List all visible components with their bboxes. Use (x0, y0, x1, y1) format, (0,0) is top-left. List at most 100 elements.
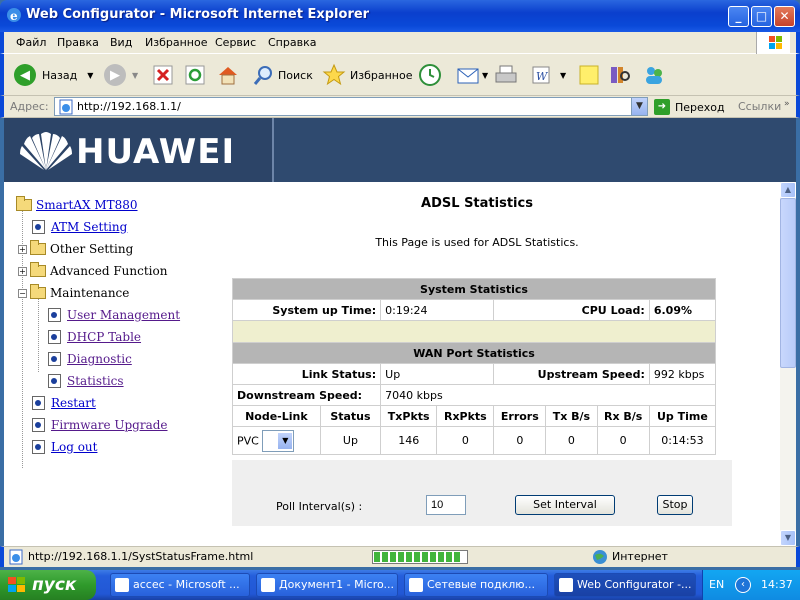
task-web-configurator[interactable]: Web Configurator -... (554, 573, 696, 597)
sidebar-item-firmware[interactable]: Firmware Upgrade (32, 418, 168, 432)
header-banner: HUAWEI (4, 118, 796, 182)
back-button[interactable]: ◀ Назад ▼ (14, 62, 93, 88)
sidebar-item-statistics[interactable]: Statistics (48, 374, 124, 388)
poll-interval-input[interactable] (426, 495, 466, 515)
collapse-icon[interactable]: − (18, 288, 27, 298)
node-cell: PVC (232, 426, 321, 455)
search-label: Поиск (278, 68, 313, 82)
statistics-table: System Statistics System up Time: 0:19:2… (231, 278, 717, 455)
mail-dropdown-icon[interactable]: ▼ (482, 71, 488, 80)
menu-tools[interactable]: Сервис (215, 36, 256, 49)
set-interval-button[interactable]: Set Interval (515, 495, 615, 515)
sidebar-item-atm[interactable]: ATM Setting (32, 220, 127, 234)
sidebar-item-maintenance[interactable]: − Maintenance (18, 284, 129, 300)
maximize-button[interactable]: □ (751, 6, 772, 27)
system-statistics-header: System Statistics (232, 278, 716, 300)
sidebar-item-statistics-link[interactable]: Statistics (67, 374, 124, 388)
tree-root-link[interactable]: SmartAX MT880 (36, 198, 138, 212)
edit-button[interactable]: W ▼ (530, 62, 566, 88)
scroll-thumb[interactable] (780, 198, 796, 368)
print-button[interactable] (494, 62, 518, 88)
sidebar-item-logout-link[interactable]: Log out (51, 440, 97, 454)
address-dropdown-icon[interactable]: ▼ (631, 98, 647, 115)
sidebar-item-restart[interactable]: Restart (32, 396, 96, 410)
research-icon (611, 67, 630, 83)
brand-name: HUAWEI (76, 132, 236, 172)
scroll-up-icon[interactable]: ▲ (780, 182, 796, 198)
scroll-down-icon[interactable]: ▼ (780, 530, 796, 546)
expand-icon[interactable]: + (18, 266, 27, 276)
go-button[interactable]: ➜ Переход (654, 99, 725, 115)
cpu-value: 6.09% (648, 299, 717, 321)
link-status-label: Link Status: (231, 363, 382, 385)
sidebar-tree: SmartAX MT880 ATM Setting + Other Settin… (4, 182, 230, 546)
home-button[interactable] (216, 62, 240, 88)
forward-button[interactable]: ▶ ▼ (104, 62, 138, 88)
stop-poll-button[interactable]: Stop (657, 495, 693, 515)
go-label: Переход (675, 100, 725, 114)
banner-divider (272, 118, 274, 182)
sidebar-item-diagnostic[interactable]: Diagnostic (48, 352, 132, 366)
history-button[interactable] (418, 62, 442, 88)
table-row: PVC Up 146 0 0 0 0 0:14:53 (232, 426, 717, 455)
research-button[interactable] (608, 62, 632, 88)
menu-favorites[interactable]: Избранное (145, 36, 207, 49)
minimize-button[interactable]: _ (728, 6, 749, 27)
favorites-button[interactable]: Избранное (322, 62, 412, 88)
search-button[interactable]: Поиск (252, 62, 313, 88)
stop-button[interactable] (152, 62, 174, 88)
sidebar-item-firmware-link[interactable]: Firmware Upgrade (51, 418, 168, 432)
sidebar-item-diagnostic-link[interactable]: Diagnostic (67, 352, 132, 366)
menu-view[interactable]: Вид (110, 36, 132, 49)
start-button[interactable]: пуск (0, 570, 96, 600)
ie-icon: e (7, 8, 21, 23)
discuss-button[interactable] (578, 62, 600, 88)
column-header: Node-Link (232, 405, 321, 427)
address-label: Адрес: (10, 100, 49, 113)
refresh-button[interactable] (184, 62, 206, 88)
sidebar-item-logout[interactable]: Log out (32, 440, 97, 454)
svg-text:W: W (536, 70, 549, 83)
address-input[interactable]: http://192.168.1.1/ ▼ (54, 97, 648, 116)
column-header: Up Time (648, 405, 717, 427)
expand-icon[interactable]: + (18, 244, 27, 254)
folder-icon (30, 240, 46, 255)
uptime-label: System up Time: (231, 299, 382, 321)
column-header: TxPkts (380, 405, 438, 427)
menu-help[interactable]: Справка (268, 36, 316, 49)
messenger-icon (646, 67, 662, 84)
forward-dropdown-icon[interactable]: ▼ (132, 71, 138, 80)
edit-dropdown-icon[interactable]: ▼ (560, 71, 566, 80)
txpkts-cell: 146 (380, 426, 438, 455)
sidebar-item-restart-link[interactable]: Restart (51, 396, 96, 410)
links-button[interactable]: Ссылки (738, 100, 781, 113)
home-icon (219, 67, 237, 85)
tree-root[interactable]: SmartAX MT880 (16, 196, 138, 212)
vertical-scrollbar[interactable]: ▲ ▼ (780, 182, 796, 546)
close-button[interactable]: ✕ (774, 6, 795, 27)
messenger-button[interactable] (642, 62, 666, 88)
sidebar-item-atm-link[interactable]: ATM Setting (51, 220, 127, 234)
pvc-select[interactable] (262, 429, 295, 452)
sidebar-item-dhcp[interactable]: DHCP Table (48, 330, 141, 344)
title-bar[interactable]: e Web Configurator - Microsoft Internet … (0, 0, 800, 32)
back-label: Назад (42, 68, 78, 82)
language-indicator[interactable]: EN (709, 578, 724, 591)
menu-edit[interactable]: Правка (57, 36, 99, 49)
menu-file[interactable]: Файл (16, 36, 46, 49)
back-dropdown-icon[interactable]: ▼ (87, 71, 93, 80)
sidebar-item-user-management[interactable]: User Management (48, 308, 180, 322)
sidebar-item-other[interactable]: + Other Setting (18, 240, 133, 256)
huawei-logo-icon (20, 132, 72, 170)
task-document[interactable]: Документ1 - Micro... (256, 573, 398, 597)
sidebar-item-dhcp-link[interactable]: DHCP Table (67, 330, 141, 344)
sidebar-item-advanced[interactable]: + Advanced Function (18, 262, 167, 278)
downstream-label: Downstream Speed: (231, 384, 382, 406)
globe-icon (593, 550, 607, 564)
task-access[interactable]: accec - Microsoft ... (110, 573, 250, 597)
sidebar-item-user-management-link[interactable]: User Management (67, 308, 180, 322)
mail-button[interactable]: ▼ (456, 62, 488, 88)
tray-expand-icon[interactable]: ‹ (735, 577, 751, 593)
task-network[interactable]: Сетевые подклю... (404, 573, 548, 597)
links-chevron-icon[interactable]: » (784, 99, 790, 109)
